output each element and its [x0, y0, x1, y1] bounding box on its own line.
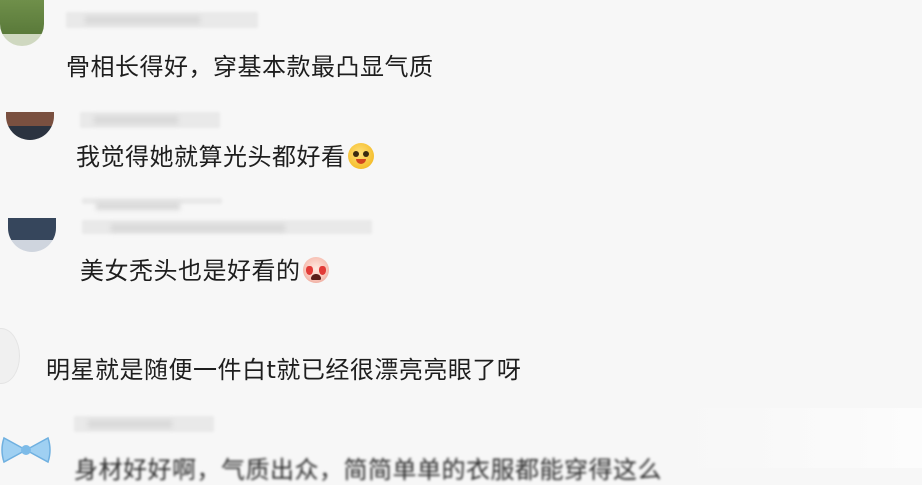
avatar[interactable]: [6, 112, 54, 140]
avatar[interactable]: [0, 328, 20, 384]
avatar[interactable]: [8, 218, 56, 252]
comment-text: 明星就是随便一件白t就已经很漂亮亮眼了呀: [46, 356, 522, 384]
username-blurred[interactable]: [82, 198, 222, 204]
username-blurred[interactable]: [74, 416, 214, 432]
comment-text-content: 美女秃头也是好看的: [80, 257, 301, 285]
username-blurred[interactable]: [66, 12, 258, 28]
bow-avatar-icon[interactable]: [0, 432, 52, 468]
username-blurred[interactable]: [82, 220, 372, 234]
username-blurred[interactable]: [80, 112, 220, 128]
screen-glare: [682, 408, 922, 468]
comment-text: 我觉得她就算光头都好看: [76, 142, 374, 172]
comment-text: 骨相长得好，穿基本款最凸显气质: [66, 53, 434, 81]
avatar[interactable]: [0, 0, 44, 46]
laughing-face-emoji-icon: [347, 143, 374, 169]
crying-face-emoji-icon: [302, 257, 329, 283]
comment-text: 美女秃头也是好看的: [80, 256, 329, 286]
comment-text-content: 我觉得她就算光头都好看: [76, 143, 346, 171]
